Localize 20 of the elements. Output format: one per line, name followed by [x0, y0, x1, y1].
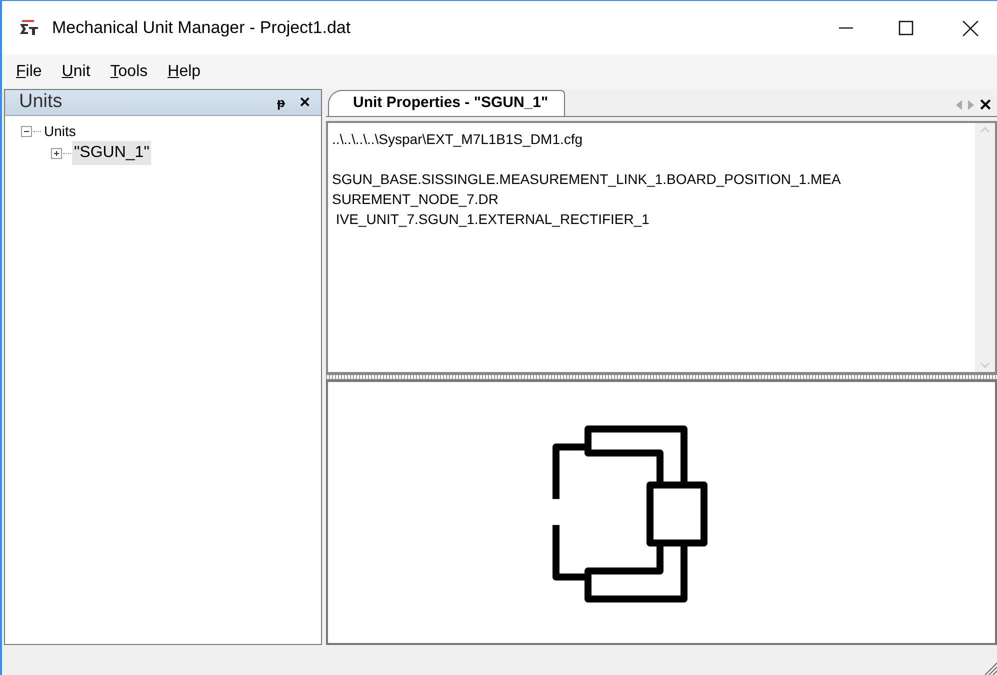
collapse-icon[interactable] — [21, 126, 32, 136]
menu-item[interactable]: Tools — [110, 60, 148, 84]
app-logo-icon — [18, 19, 40, 37]
tab[interactable]: Unit Properties - "SGUN_1" — [328, 90, 566, 116]
file-path: ..\..\..\..\Syspar\EXT_M7L1B1S_DM1.cfg — [332, 130, 583, 149]
menu-item[interactable]: Unit — [62, 60, 90, 84]
tree-item[interactable]: "SGUN_1" — [72, 141, 152, 165]
close-icon[interactable] — [962, 20, 979, 36]
pin-button[interactable]: ᵽ — [277, 92, 285, 112]
close-icon[interactable] — [980, 99, 991, 110]
panel-title: Units — [19, 90, 62, 114]
resize-grip-icon[interactable] — [983, 661, 997, 675]
window-title: Mechanical Unit Manager - Project1.dat — [52, 17, 351, 40]
menu-item[interactable]: Help — [168, 60, 201, 84]
close-button[interactable]: ✕ — [299, 92, 311, 113]
properties-text: SGUN_BASE.SISSINGLE.MEASUREMENT_LINK_1.BOARD_POSITION_1.MEA SUREMENT_NODE_7.DR IVE_UNIT_7.SGUN_1.EXTERNAL_RECTIFIER_1 — [332, 170, 841, 229]
tree-item[interactable]: Units — [42, 120, 78, 142]
expand-icon[interactable] — [51, 148, 62, 158]
menu-item[interactable]: File — [16, 60, 42, 84]
maximize-icon[interactable] — [898, 20, 914, 36]
